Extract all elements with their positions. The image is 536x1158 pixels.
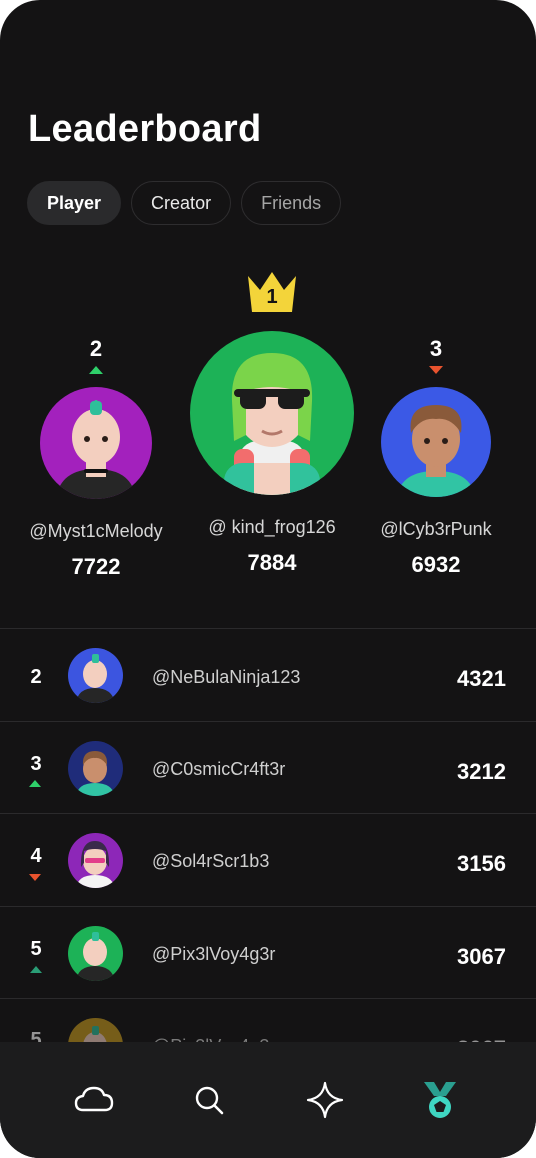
tab-friends[interactable]: Friends	[241, 181, 342, 225]
leaderboard-screen: Leaderboard Player Creator Friends 1 @ k…	[0, 0, 536, 1158]
first-avatar-image	[224, 353, 320, 495]
podium-third[interactable]: 3 @lCyb3rPunk 6932	[358, 336, 514, 578]
medal-icon[interactable]	[418, 1078, 462, 1122]
list-rank: 2	[30, 666, 42, 688]
trend-up-icon	[29, 780, 41, 787]
trend-down-icon	[429, 366, 443, 374]
list-score: 3156	[457, 851, 506, 876]
list-handle: @Pix3lVoy4g3r	[152, 944, 276, 964]
first-rank-number: 1	[266, 286, 278, 308]
list-avatar	[68, 833, 123, 888]
trend-down-icon	[29, 874, 41, 881]
list-item[interactable]: 3 @C0smicCr4ft3r 3212	[0, 722, 536, 814]
trend-up-icon	[30, 966, 42, 973]
sparkle-icon[interactable]	[303, 1078, 347, 1122]
list-score: 4321	[457, 666, 506, 691]
third-handle: @lCyb3rPunk	[380, 519, 492, 539]
first-avatar	[190, 331, 354, 495]
cloud-icon[interactable]	[72, 1078, 116, 1122]
first-handle: @ kind_frog126	[208, 517, 336, 537]
third-avatar-image	[397, 405, 475, 497]
list-rank: 3	[30, 753, 42, 775]
filter-tabs: Player Creator Friends	[27, 181, 342, 225]
list-avatar	[68, 741, 123, 796]
list-avatar	[68, 926, 123, 981]
list-handle: @Sol4rScr1b3	[152, 851, 270, 871]
list-item[interactable]: 5 @Pix3lVoy4g3r 3067	[0, 907, 536, 999]
second-handle: @Myst1cMelody	[29, 521, 163, 541]
search-icon[interactable]	[188, 1078, 232, 1122]
page-title: Leaderboard	[28, 108, 262, 150]
tab-player[interactable]: Player	[27, 181, 122, 225]
list-handle: @NeBulaNinja123	[152, 667, 301, 687]
second-avatar-image	[56, 400, 136, 499]
list-item[interactable]: 2 @NeBulaNinja123 4321	[0, 629, 536, 721]
list-avatar	[68, 648, 123, 703]
second-rank-number: 2	[89, 336, 103, 361]
second-avatar	[40, 387, 152, 499]
list-rank: 4	[30, 845, 42, 867]
list-item[interactable]: 4 @Sol4rScr1b3 3156	[0, 814, 536, 906]
list-rank: 5	[30, 938, 42, 960]
third-rank-number: 3	[429, 336, 443, 361]
list-handle: @C0smicCr4ft3r	[152, 759, 286, 779]
podium-second[interactable]: 2 @Myst1cMelody 7722	[16, 336, 176, 580]
list-score: 3212	[457, 759, 506, 784]
trend-up-icon	[89, 366, 103, 374]
tab-creator[interactable]: Creator	[131, 181, 232, 225]
second-score: 7722	[71, 554, 121, 579]
podium-first[interactable]: 1 @ kind_frog126 7884	[180, 268, 364, 576]
list-score: 3067	[457, 944, 506, 969]
third-avatar	[381, 387, 491, 497]
first-score: 7884	[247, 550, 297, 575]
third-score: 6932	[411, 552, 461, 577]
